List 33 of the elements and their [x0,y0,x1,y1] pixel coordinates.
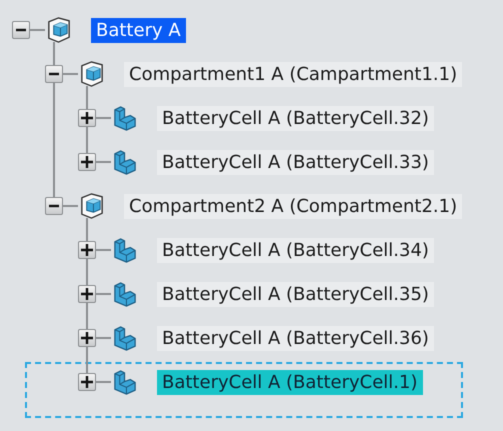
tree-toggle[interactable] [78,329,96,347]
tree-item[interactable]: BatteryCell A (BatteryCell.32) [157,106,434,130]
block-icon [114,370,136,395]
tree-item[interactable]: Compartment1 A (Campartment1.1) [124,62,462,86]
expand-icon [81,332,93,344]
tree-item[interactable]: BatteryCell A (BatteryCell.35) [157,282,434,306]
assembly-icon [48,17,70,43]
tree-item[interactable]: BatteryCell A (BatteryCell.36) [157,326,434,350]
tree-toggle[interactable] [45,65,63,83]
tree-toggle[interactable] [12,21,30,39]
tree-toggle[interactable] [78,373,96,391]
expand-icon [81,156,93,168]
expand-icon [81,288,93,300]
expand-icon [81,376,93,388]
block-icon [114,282,136,307]
block-icon [114,150,136,175]
block-icon [114,326,136,351]
tree-item[interactable]: Battery A [91,18,186,42]
tree-item[interactable]: BatteryCell A (BatteryCell.1) [157,370,423,394]
assembly-icon [81,61,103,87]
tree-item[interactable]: Compartment2 A (Compartment2.1) [124,194,462,218]
tree-toggle[interactable] [78,109,96,127]
tree-item[interactable]: BatteryCell A (BatteryCell.33) [157,150,434,174]
block-icon [114,238,136,263]
tree-toggle[interactable] [78,153,96,171]
tree-toggle[interactable] [45,197,63,215]
assembly-icon [81,193,103,219]
block-icon [114,106,136,131]
expand-icon [81,244,93,256]
tree-item[interactable]: BatteryCell A (BatteryCell.34) [157,238,434,262]
tree-toggle[interactable] [78,285,96,303]
tree-toggle[interactable] [78,241,96,259]
expand-icon [81,112,93,124]
